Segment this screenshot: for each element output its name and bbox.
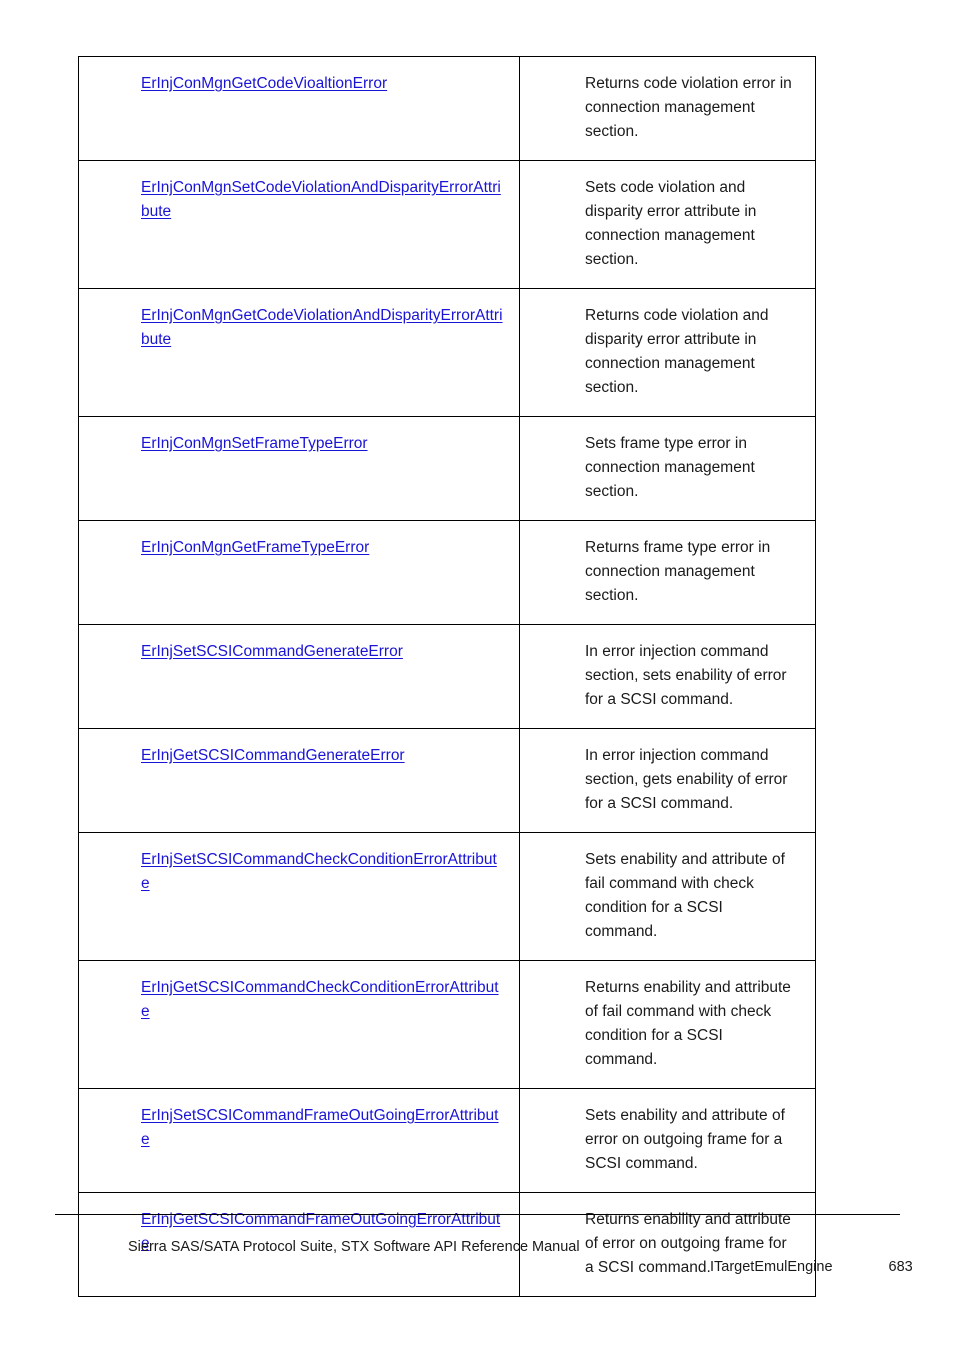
description-wrapper: In error injection command section, gets… (520, 729, 815, 832)
table-row: ErInjConMgnSetCodeViolationAndDisparityE… (78, 160, 816, 289)
table-row: ErInjConMgnGetCodeViolationAndDisparityE… (78, 288, 816, 417)
table-cell-description: Sets frame type error in connection mana… (519, 416, 816, 521)
description-text: Returns code violation error in connecti… (585, 75, 792, 140)
method-name-wrapper: ErInjConMgnGetFrameTypeError (79, 521, 519, 576)
method-link[interactable]: ErInjSetSCSICommandCheckConditionErrorAt… (141, 851, 497, 892)
method-name-wrapper: ErInjSetSCSICommandGenerateError (79, 625, 519, 680)
table-cell-method-name: ErInjSetSCSICommandGenerateError (78, 624, 520, 729)
description-wrapper: In error injection command section, sets… (520, 625, 815, 728)
table-cell-description: Returns enability and attribute of fail … (519, 960, 816, 1089)
table-row: ErInjConMgnSetFrameTypeError Sets frame … (78, 416, 816, 521)
description-text: Sets frame type error in connection mana… (585, 435, 755, 500)
table-cell-method-name: ErInjConMgnGetCodeViolationAndDisparityE… (78, 288, 520, 417)
table-cell-method-name: ErInjConMgnSetFrameTypeError (78, 416, 520, 521)
table-cell-method-name: ErInjConMgnGetCodeVioaltionError (78, 56, 520, 161)
table-cell-description: Sets enability and attribute of fail com… (519, 832, 816, 961)
table-cell-description: Returns frame type error in connection m… (519, 520, 816, 625)
method-link[interactable]: ErInjConMgnSetCodeViolationAndDisparityE… (141, 179, 501, 220)
description-text: Returns code violation and disparity err… (585, 307, 769, 396)
footer-chapter-name: ITargetEmulEngine (710, 1259, 833, 1275)
description-wrapper: Sets enability and attribute of error on… (520, 1089, 815, 1192)
table-row: ErInjSetSCSICommandCheckConditionErrorAt… (78, 832, 816, 961)
method-link[interactable]: ErInjSetSCSICommandFrameOutGoingErrorAtt… (141, 1107, 498, 1148)
table-cell-description: Sets enability and attribute of error on… (519, 1088, 816, 1193)
method-name-wrapper: ErInjConMgnSetFrameTypeError (79, 417, 519, 472)
table-row: ErInjGetSCSICommandCheckConditionErrorAt… (78, 960, 816, 1089)
page-footer: Sierra SAS/SATA Protocol Suite, STX Soft… (55, 1232, 913, 1292)
table-cell-description: Returns code violation and disparity err… (519, 288, 816, 417)
document-page: ErInjConMgnGetCodeVioaltionError Returns… (0, 0, 954, 1349)
footer-page-number: 683 (888, 1259, 913, 1275)
description-wrapper: Returns code violation and disparity err… (520, 289, 815, 416)
method-link[interactable]: ErInjGetSCSICommandGenerateError (141, 747, 405, 764)
method-link[interactable]: ErInjGetSCSICommandCheckConditionErrorAt… (141, 979, 499, 1020)
table-cell-description: Returns code violation error in connecti… (519, 56, 816, 161)
table-cell-method-name: ErInjConMgnGetFrameTypeError (78, 520, 520, 625)
method-name-wrapper: ErInjConMgnGetCodeVioaltionError (79, 57, 519, 112)
description-text: Sets code violation and disparity error … (585, 179, 757, 268)
description-wrapper: Returns frame type error in connection m… (520, 521, 815, 624)
footer-right-group: ITargetEmulEngine 683 (710, 1259, 913, 1275)
method-link[interactable]: ErInjSetSCSICommandGenerateError (141, 643, 403, 660)
description-text: Returns frame type error in connection m… (585, 539, 771, 604)
table-cell-description: Sets code violation and disparity error … (519, 160, 816, 289)
table-cell-method-name: ErInjConMgnSetCodeViolationAndDisparityE… (78, 160, 520, 289)
method-name-wrapper: ErInjGetSCSICommandCheckConditionErrorAt… (79, 961, 519, 1040)
table-cell-method-name: ErInjSetSCSICommandFrameOutGoingErrorAtt… (78, 1088, 520, 1193)
footer-manual-title: Sierra SAS/SATA Protocol Suite, STX Soft… (128, 1239, 580, 1255)
table-row: ErInjSetSCSICommandGenerateError In erro… (78, 624, 816, 729)
api-method-table: ErInjConMgnGetCodeVioaltionError Returns… (78, 56, 816, 1297)
table-row: ErInjConMgnGetCodeVioaltionError Returns… (78, 56, 816, 161)
table-cell-description: In error injection command section, gets… (519, 728, 816, 833)
method-name-wrapper: ErInjConMgnGetCodeViolationAndDisparityE… (79, 289, 519, 368)
description-wrapper: Returns code violation error in connecti… (520, 57, 815, 160)
table-cell-method-name: ErInjSetSCSICommandCheckConditionErrorAt… (78, 832, 520, 961)
method-link[interactable]: ErInjConMgnGetFrameTypeError (141, 539, 369, 556)
description-wrapper: Sets frame type error in connection mana… (520, 417, 815, 520)
description-text: In error injection command section, sets… (585, 643, 787, 708)
table-cell-method-name: ErInjGetSCSICommandCheckConditionErrorAt… (78, 960, 520, 1089)
method-name-wrapper: ErInjConMgnSetCodeViolationAndDisparityE… (79, 161, 519, 240)
description-text: Sets enability and attribute of error on… (585, 1107, 785, 1172)
method-link[interactable]: ErInjConMgnGetCodeViolationAndDisparityE… (141, 307, 503, 348)
description-text: In error injection command section, gets… (585, 747, 788, 812)
description-wrapper: Returns enability and attribute of fail … (520, 961, 815, 1088)
description-text: Returns enability and attribute of fail … (585, 979, 791, 1068)
method-link[interactable]: ErInjConMgnGetCodeVioaltionError (141, 75, 387, 92)
description-wrapper: Sets enability and attribute of fail com… (520, 833, 815, 960)
api-method-table-body: ErInjConMgnGetCodeVioaltionError Returns… (78, 56, 816, 1297)
method-name-wrapper: ErInjSetSCSICommandCheckConditionErrorAt… (79, 833, 519, 912)
method-link[interactable]: ErInjConMgnSetFrameTypeError (141, 435, 368, 452)
table-row: ErInjSetSCSICommandFrameOutGoingErrorAtt… (78, 1088, 816, 1193)
method-name-wrapper: ErInjGetSCSICommandGenerateError (79, 729, 519, 784)
table-row: ErInjGetSCSICommandGenerateError In erro… (78, 728, 816, 833)
table-row: ErInjConMgnGetFrameTypeError Returns fra… (78, 520, 816, 625)
method-name-wrapper: ErInjSetSCSICommandFrameOutGoingErrorAtt… (79, 1089, 519, 1168)
table-cell-description: In error injection command section, sets… (519, 624, 816, 729)
footer-divider (55, 1214, 900, 1215)
description-wrapper: Sets code violation and disparity error … (520, 161, 815, 288)
description-text: Sets enability and attribute of fail com… (585, 851, 785, 940)
table-cell-method-name: ErInjGetSCSICommandGenerateError (78, 728, 520, 833)
